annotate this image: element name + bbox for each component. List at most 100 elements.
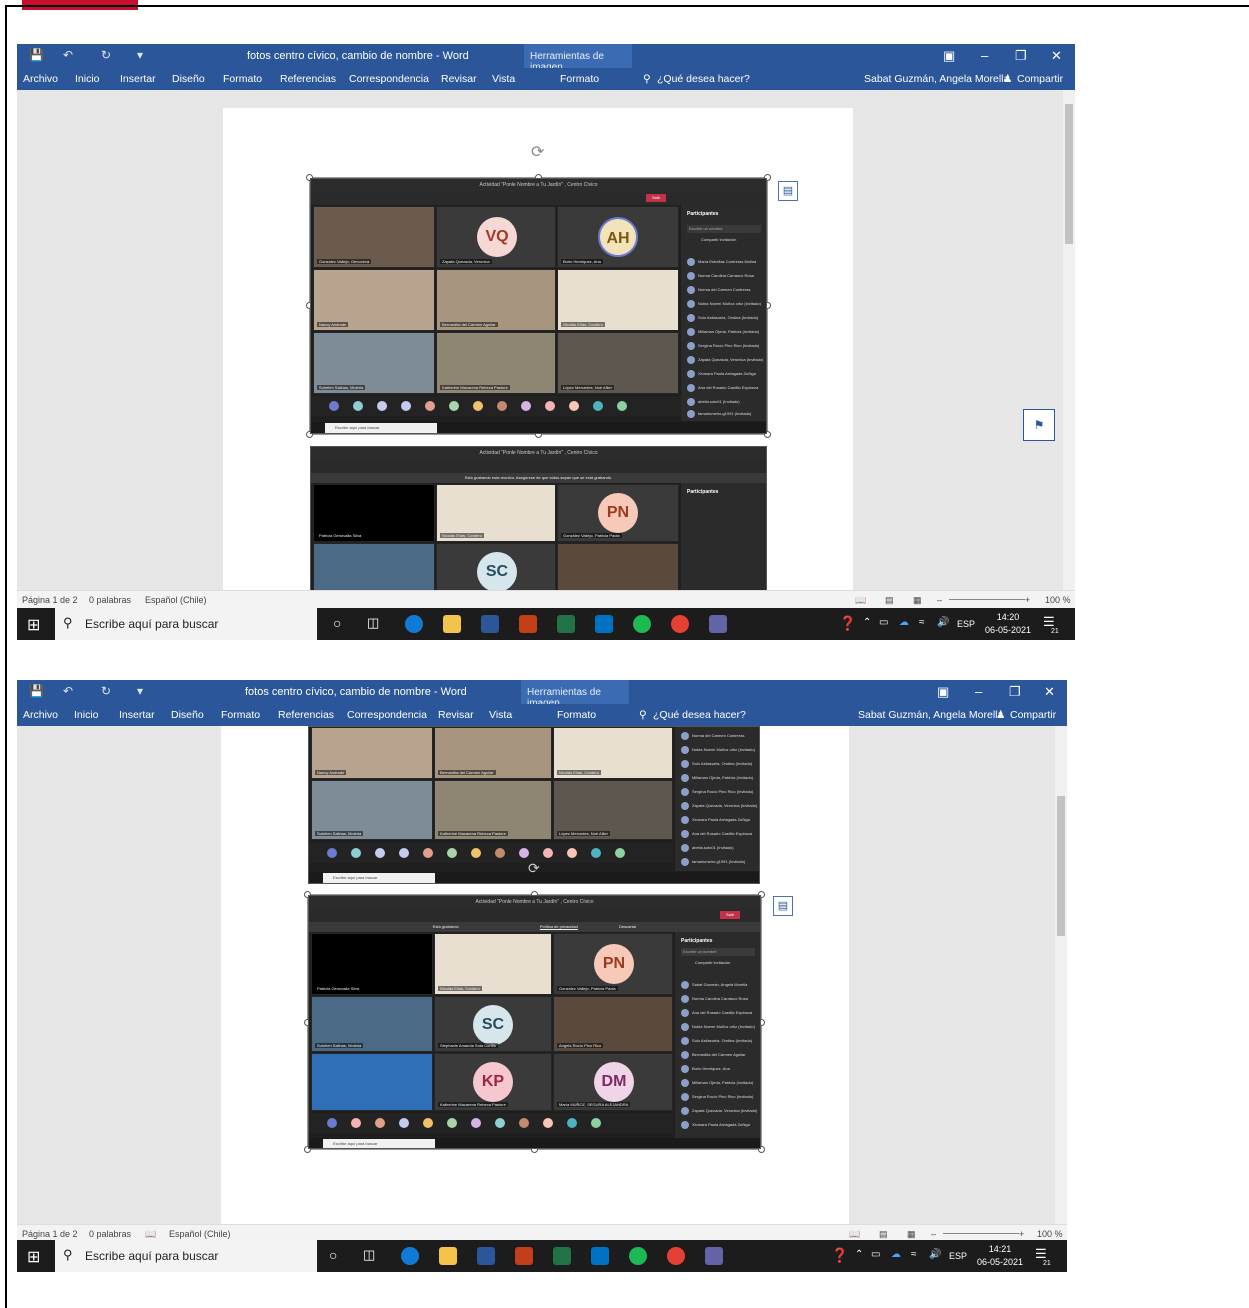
powerpoint-icon[interactable] bbox=[519, 615, 537, 633]
participant-row[interactable]: Zapata Quezada, Veronica (Invitado) bbox=[681, 801, 757, 811]
close-icon[interactable]: ✕ bbox=[1051, 48, 1062, 64]
participant-row[interactable]: Sergina Rocío Pino Rico (Invitado) bbox=[681, 1092, 755, 1102]
tab-formato[interactable]: Formato bbox=[221, 709, 260, 721]
rotate-handle-icon[interactable]: ⟳ bbox=[531, 142, 544, 162]
participant-row[interactable]: Sabat Guzmán, Angela Morella bbox=[681, 980, 755, 990]
taskbar-search[interactable]: ⚲ Escribe aquí para buscar bbox=[55, 608, 317, 640]
excel-icon[interactable] bbox=[553, 1247, 571, 1265]
page-count[interactable]: Página 1 de 2 bbox=[22, 595, 78, 605]
language[interactable]: Español (Chile) bbox=[145, 595, 207, 605]
teams-icon[interactable] bbox=[709, 615, 727, 633]
participant-row[interactable]: Zapata Quezada, Veronica (Invitado) bbox=[687, 355, 763, 365]
word-icon[interactable] bbox=[477, 1247, 495, 1265]
web-layout-icon[interactable]: ▦ bbox=[913, 595, 922, 606]
web-layout-icon[interactable]: ▦ bbox=[907, 1229, 916, 1240]
word-count[interactable]: 0 palabras bbox=[89, 1229, 131, 1239]
participant-row[interactable]: Ana del Rosario Castillo Espinoza bbox=[687, 383, 761, 393]
bookmark-icon[interactable]: ⚑ bbox=[1023, 409, 1055, 441]
participant-row[interactable]: Sulo Astiasuela, Ondina (Invitado) bbox=[681, 1036, 755, 1046]
task-view-icon[interactable]: ◫ bbox=[367, 615, 379, 631]
tab-archivo[interactable]: Archivo bbox=[23, 73, 58, 85]
clock-time[interactable]: 14:20 bbox=[993, 612, 1023, 623]
read-mode-icon[interactable]: 📖 bbox=[849, 1229, 860, 1240]
outlook-icon[interactable] bbox=[595, 615, 613, 633]
taskbar-search[interactable]: ⚲ Escribe aquí para buscar bbox=[55, 1240, 317, 1272]
input-language[interactable]: ESP bbox=[949, 1251, 967, 1262]
participant-row[interactable]: Ana del Rosario Castillo Espinoza bbox=[681, 829, 755, 839]
layout-options-icon[interactable]: ▤ bbox=[778, 181, 798, 201]
minimize-icon[interactable]: – bbox=[981, 48, 988, 63]
file-explorer-icon[interactable] bbox=[443, 615, 461, 633]
share-invite-button[interactable]: Compartir invitación bbox=[695, 960, 730, 965]
zoom-slider[interactable] bbox=[943, 1233, 1019, 1234]
input-language[interactable]: ESP bbox=[957, 619, 975, 630]
tab-vista[interactable]: Vista bbox=[492, 73, 515, 85]
battery-icon[interactable]: ▭ bbox=[871, 1249, 880, 1260]
scroll-thumb[interactable] bbox=[1057, 796, 1065, 936]
restore-icon[interactable]: ❐ bbox=[1009, 684, 1021, 700]
participant-row[interactable]: Xiomara Paola Arriagada Zuñiga bbox=[681, 815, 755, 825]
participant-row[interactable]: Nubia Noemí Muñoz ortiz (Invitado) bbox=[687, 299, 761, 309]
tab-formato[interactable]: Formato bbox=[223, 73, 262, 85]
zoom-in-icon[interactable]: + bbox=[1025, 595, 1030, 605]
participant-row[interactable]: Sulo Astiasuela, Ondina (Invitado) bbox=[687, 313, 761, 323]
tab-vista[interactable]: Vista bbox=[489, 709, 512, 721]
share-button[interactable]: Compartir bbox=[1017, 73, 1063, 85]
participant-row[interactable]: Zapata Quezada, Veronica (Invitado) bbox=[681, 1106, 757, 1116]
customize-qat-icon[interactable]: ▾ bbox=[137, 48, 143, 62]
edge-icon[interactable] bbox=[401, 1247, 419, 1265]
chrome-icon[interactable] bbox=[671, 615, 689, 633]
zoom-level[interactable]: 100 % bbox=[1045, 595, 1071, 605]
participant-row[interactable]: Nubia Noemí Muñoz ortiz (Invitado) bbox=[681, 1022, 755, 1032]
tab-correspondencia[interactable]: Correspondencia bbox=[349, 73, 429, 85]
share-invite-button[interactable]: Compartir invitación bbox=[701, 237, 736, 242]
onedrive-icon[interactable]: ☁ bbox=[899, 617, 909, 628]
chrome-icon[interactable] bbox=[667, 1247, 685, 1265]
undo-icon[interactable]: ↶ bbox=[63, 48, 73, 62]
save-icon[interactable]: 💾 bbox=[29, 684, 44, 698]
cortana-icon[interactable]: ○ bbox=[333, 615, 341, 631]
ribbon-display-icon[interactable]: ▣ bbox=[943, 48, 955, 64]
tray-chevron-icon[interactable]: ⌃ bbox=[855, 1249, 863, 1260]
layout-options-icon[interactable]: ▤ bbox=[773, 896, 793, 916]
tell-me-box[interactable]: ¿Qué desea hacer? bbox=[657, 73, 750, 85]
participant-row[interactable]: Ana del Rosario Castillo Espinoza bbox=[681, 1008, 755, 1018]
tab-inicio[interactable]: Inicio bbox=[74, 709, 99, 721]
participant-row[interactable]: Norma Carolina Carrasco Rosa bbox=[687, 271, 761, 281]
participant-row[interactable]: Nubia Noemí Muñoz ortiz (Invitado) bbox=[681, 745, 755, 755]
participant-row[interactable]: tamarlumeiro.g1991 (Invitado) bbox=[687, 409, 761, 419]
clock-date[interactable]: 06-05-2021 bbox=[983, 625, 1033, 636]
tell-me-box[interactable]: ¿Qué desea hacer? bbox=[653, 709, 746, 721]
onedrive-icon[interactable]: ☁ bbox=[891, 1249, 901, 1260]
clock-date[interactable]: 06-05-2021 bbox=[975, 1257, 1025, 1268]
participant-row[interactable]: abella.soto01 (Invitado) bbox=[687, 397, 761, 407]
tab-diseno[interactable]: Diseño bbox=[172, 73, 205, 85]
tab-archivo[interactable]: Archivo bbox=[23, 709, 58, 721]
undo-icon[interactable]: ↶ bbox=[63, 684, 73, 698]
powerpoint-icon[interactable] bbox=[515, 1247, 533, 1265]
windows-start-icon[interactable]: ⊞ bbox=[27, 1247, 40, 1267]
restore-icon[interactable]: ❐ bbox=[1015, 48, 1027, 64]
leave-button[interactable]: Salir bbox=[720, 911, 740, 919]
zoom-level[interactable]: 100 % bbox=[1037, 1229, 1063, 1239]
ribbon-display-icon[interactable]: ▣ bbox=[937, 684, 949, 700]
wifi-icon[interactable]: ≈ bbox=[911, 1249, 917, 1260]
tab-formato-imagen[interactable]: Formato bbox=[557, 709, 596, 721]
participant-row[interactable]: Sergina Rocío Pino Rico (Invitado) bbox=[687, 341, 761, 351]
participant-row[interactable]: Norma del Carmen Contreras bbox=[681, 731, 755, 741]
volume-icon[interactable]: 🔊 bbox=[929, 1249, 941, 1260]
dismiss-button[interactable]: Descartar bbox=[619, 924, 636, 929]
cortana-icon[interactable]: ○ bbox=[329, 1247, 337, 1263]
tab-formato-imagen[interactable]: Formato bbox=[560, 73, 599, 85]
redo-icon[interactable]: ↻ bbox=[101, 684, 111, 698]
close-icon[interactable]: ✕ bbox=[1044, 684, 1055, 700]
participant-row[interactable]: Sulo Astiasuela, Ondina (Invitado) bbox=[681, 759, 755, 769]
excel-icon[interactable] bbox=[557, 615, 575, 633]
tab-inicio[interactable]: Inicio bbox=[75, 73, 100, 85]
print-layout-icon[interactable]: ▤ bbox=[885, 595, 894, 606]
vertical-scrollbar[interactable] bbox=[1063, 90, 1075, 590]
spotify-icon[interactable] bbox=[633, 615, 651, 633]
participant-row[interactable]: Norma Carolina Carrasco Rosa bbox=[681, 994, 755, 1004]
save-icon[interactable]: 💾 bbox=[29, 48, 44, 62]
customize-qat-icon[interactable]: ▾ bbox=[137, 684, 143, 698]
